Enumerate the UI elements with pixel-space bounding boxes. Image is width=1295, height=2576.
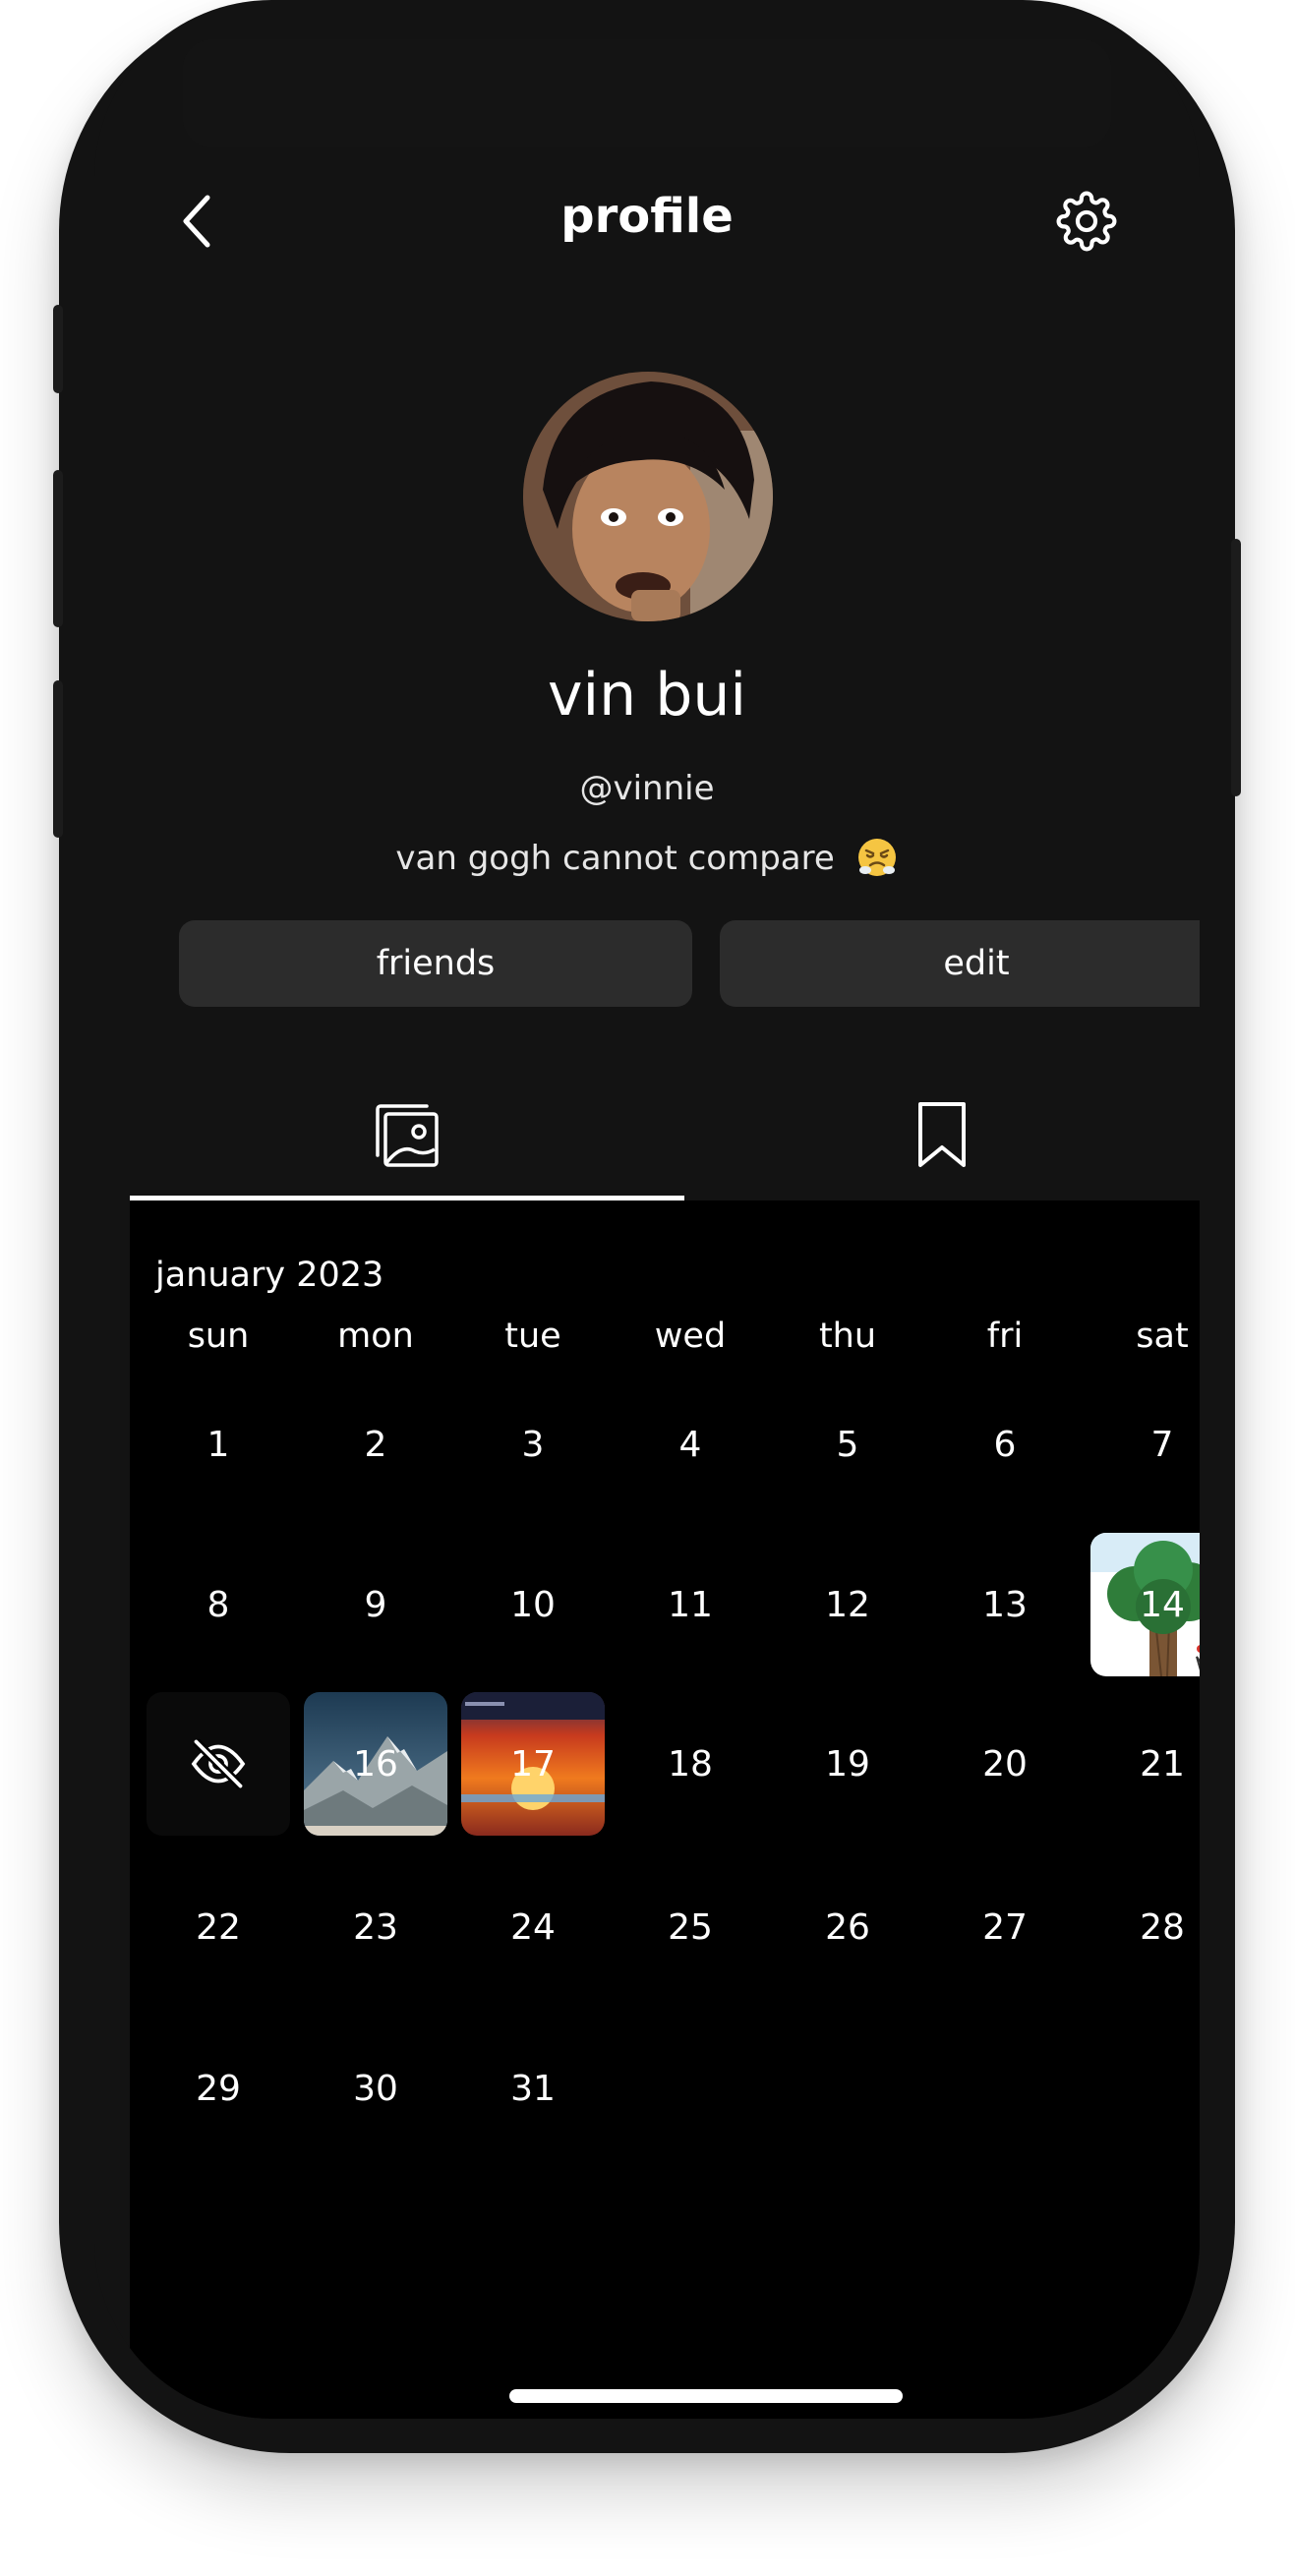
calendar-day[interactable]: 9 [304,1533,447,1676]
photo-gallery-icon [376,1104,439,1167]
power-button [1231,539,1241,796]
calendar-day-photo[interactable]: 14 [1090,1533,1200,1676]
avatar-photo [523,372,773,621]
friends-button[interactable]: friends [179,920,692,1007]
calendar-day[interactable]: 13 [933,1533,1077,1676]
calendar-day[interactable]: 26 [776,1855,919,1999]
home-indicator[interactable] [509,2389,903,2403]
calendar-day-photo[interactable]: 17 [461,1692,605,1836]
weekday-label: sun [187,1317,250,1356]
volume-up-button [53,470,63,627]
settings-button[interactable] [1052,187,1121,256]
calendar-day[interactable]: 29 [147,2017,290,2160]
calendar-day[interactable]: 25 [618,1855,762,1999]
eye-off-icon [191,1738,246,1789]
weekday-label: wed [654,1317,727,1356]
phone-frame: profile vin bui @vinnie van gogh cannot … [53,0,1241,2453]
volume-down-button [53,680,63,838]
calendar-day[interactable]: 19 [776,1692,919,1836]
avatar[interactable] [523,372,773,621]
steam-from-nose-emoji-icon [857,839,896,876]
calendar: january 2023 sun mon tue wed thu fri sat… [130,1200,1200,2419]
calendar-day[interactable]: 1 [147,1373,290,1516]
calendar-day[interactable]: 2 [304,1373,447,1516]
calendar-day[interactable]: 20 [933,1692,1077,1836]
profile-bio: van gogh cannot compare [94,836,1200,879]
calendar-day[interactable]: 21 [1090,1692,1200,1836]
calendar-day[interactable]: 28 [1090,1855,1200,1999]
calendar-day-photo[interactable]: 16 [304,1692,447,1836]
calendar-day[interactable]: 24 [461,1855,605,1999]
weekday-label: mon [337,1317,414,1356]
calendar-day[interactable]: 27 [933,1855,1077,1999]
calendar-day[interactable]: 11 [618,1533,762,1676]
calendar-day[interactable]: 5 [776,1373,919,1516]
calendar-day[interactable]: 8 [147,1533,290,1676]
calendar-day[interactable]: 6 [933,1373,1077,1516]
profile-name: vin bui [547,661,747,730]
bookmark-icon [918,1102,966,1167]
calendar-day[interactable]: 12 [776,1533,919,1676]
screen: profile vin bui @vinnie van gogh cannot … [94,0,1200,2419]
page-title: profile [560,189,734,244]
tab-saved[interactable] [684,1072,1200,1200]
profile-handle: @vinnie [579,769,715,808]
tab-posts[interactable] [130,1072,684,1200]
weekday-label: sat [1136,1317,1189,1356]
calendar-day[interactable]: 30 [304,2017,447,2160]
calendar-day-hidden[interactable] [147,1692,290,1836]
status-bar-area [183,39,1111,147]
weekday-label: fri [986,1317,1024,1356]
mute-switch [53,305,63,393]
calendar-day[interactable]: 22 [147,1855,290,1999]
calendar-day[interactable]: 3 [461,1373,605,1516]
weekday-label: tue [504,1317,561,1356]
calendar-day[interactable]: 31 [461,2017,605,2160]
edit-button[interactable]: edit [720,920,1200,1007]
calendar-month-label: january 2023 [155,1256,384,1295]
calendar-day[interactable]: 23 [304,1855,447,1999]
header-bar: profile [94,167,1200,275]
weekday-label: thu [818,1317,877,1356]
calendar-day[interactable]: 10 [461,1533,605,1676]
gear-icon [1056,191,1117,252]
calendar-day[interactable]: 7 [1090,1373,1200,1516]
calendar-day[interactable]: 4 [618,1373,762,1516]
calendar-day[interactable]: 18 [618,1692,762,1836]
profile-bio-text: van gogh cannot compare [395,839,835,878]
